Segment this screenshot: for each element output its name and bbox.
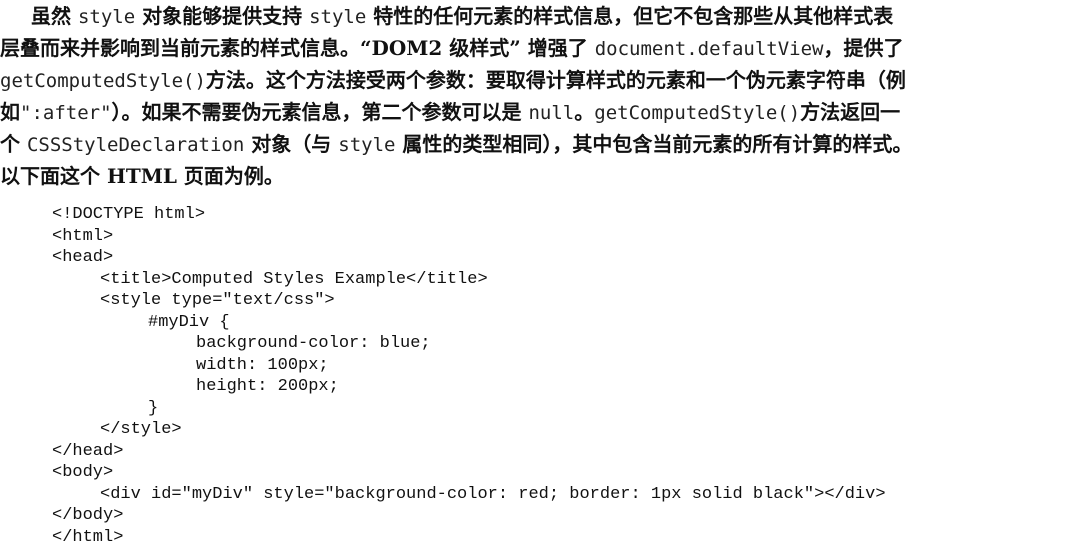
code-line: <!DOCTYPE html> <box>52 205 206 224</box>
inline-code: CSSStyleDeclaration <box>26 134 245 156</box>
text-run: ，提供了 <box>823 36 904 60</box>
inline-code: style <box>77 6 136 28</box>
text-run: 。 <box>574 100 595 124</box>
inline-code: ":after" <box>20 102 112 124</box>
book-page: 虽然 style 对象能够提供支持 style 特性的任何元素的样式信息，但它不… <box>0 0 1083 557</box>
text-run: 对象能够提供支持 <box>135 4 310 28</box>
code-line: <head> <box>52 248 114 267</box>
code-line: </body> <box>52 506 124 525</box>
text-run: 方法。这个方法接受两个参数：要取得计算样式的元素和一个伪元素字符串（例 <box>205 68 906 92</box>
code-line: <body> <box>52 463 114 482</box>
inline-code: document.defaultView <box>594 38 824 60</box>
inline-code: getComputedStyle() <box>594 102 801 124</box>
code-line: </head> <box>52 441 124 461</box>
text-run: ）。如果不需要伪元素信息，第二个参数可以是 <box>111 100 529 124</box>
text-run: 层叠而来并影响到当前元素的样式信息。“DOM2 级样式” 增强了 <box>0 36 595 60</box>
inline-code: style <box>309 6 367 28</box>
paragraph-line: getComputedStyle()方法。这个方法接受两个参数：要取得计算样式的… <box>0 64 906 97</box>
paragraph-line: 虽然 style 对象能够提供支持 style 特性的任何元素的样式信息，但它不… <box>31 0 893 33</box>
text-run: 如 <box>0 100 20 124</box>
paragraph-line: 以下面这个 HTML 页面为例。 <box>0 160 284 192</box>
code-line: width: 100px; <box>196 355 329 375</box>
paragraph-line: 层叠而来并影响到当前元素的样式信息。“DOM2 级样式” 增强了 documen… <box>0 32 904 65</box>
code-line: <style type="text/css"> <box>100 291 335 310</box>
inline-code: style <box>338 134 396 156</box>
code-line: background-color: blue; <box>196 334 431 353</box>
text-run: 属性的类型相同），其中包含当前元素的所有计算的样式。 <box>395 132 913 156</box>
text-run: 对象（与 <box>244 132 339 156</box>
code-line: </style> <box>100 420 182 439</box>
inline-code: null <box>528 102 575 124</box>
code-line: } <box>148 398 159 418</box>
text-run: 以下面这个 HTML 页面为例。 <box>0 164 284 188</box>
code-line: <div id="myDiv" style="background-color:… <box>100 484 886 504</box>
code-line: </html> <box>52 527 124 547</box>
paragraph-line: 如":after"）。如果不需要伪元素信息，第二个参数可以是 null。getC… <box>0 96 900 129</box>
code-line: height: 200px; <box>196 377 339 396</box>
code-line: <title>Computed Styles Example</title> <box>100 269 488 289</box>
text-run: 虽然 <box>31 4 78 28</box>
code-line: #myDiv { <box>148 312 230 332</box>
inline-code: getComputedStyle() <box>0 70 206 92</box>
code-line: <html> <box>52 226 114 246</box>
paragraph-line: 个 CSSStyleDeclaration 对象（与 style 属性的类型相同… <box>0 128 912 161</box>
text-run: 个 <box>0 132 27 156</box>
text-run: 方法返回一 <box>800 100 901 124</box>
text-run: 特性的任何元素的样式信息，但它不包含那些从其他样式表 <box>366 4 894 28</box>
